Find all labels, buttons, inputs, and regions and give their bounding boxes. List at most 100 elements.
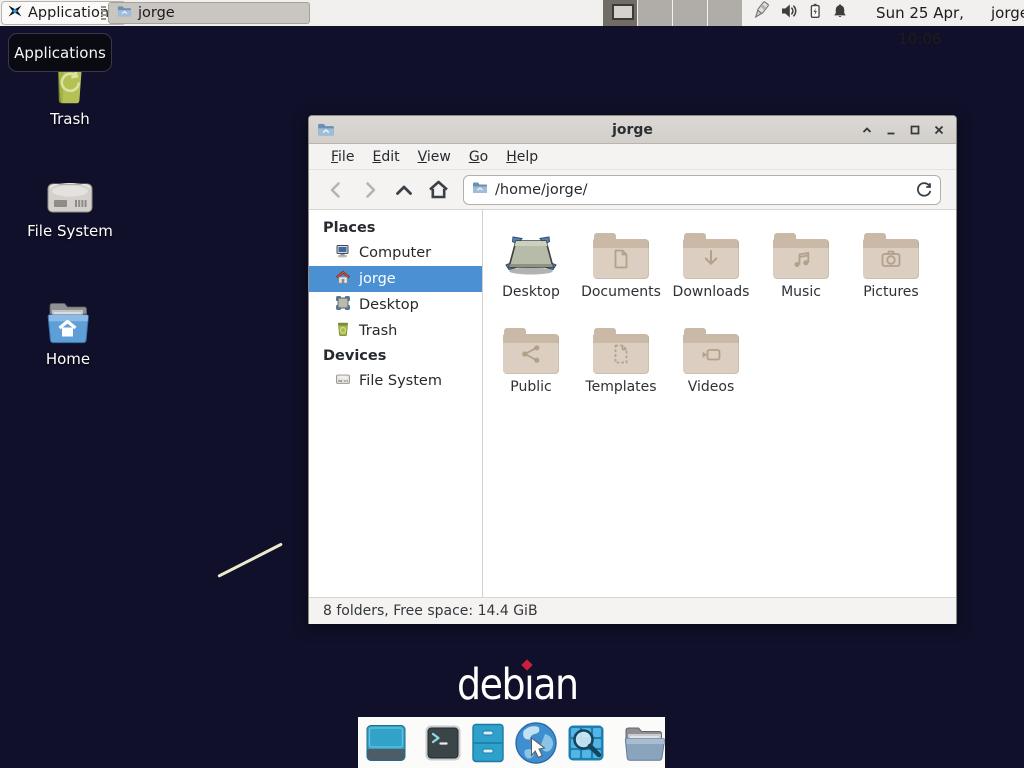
file-item-music[interactable]: Music xyxy=(756,223,846,300)
home-icon xyxy=(335,269,351,289)
workspace-4[interactable] xyxy=(708,0,743,26)
path-input[interactable]: /home/jorge/ xyxy=(495,182,588,198)
sidebar: Places Computer jorge Desktop Trash xyxy=(309,210,483,597)
folder-icon xyxy=(683,326,739,374)
desktop-icon-label: Home xyxy=(20,350,116,368)
tasklist-handle[interactable] xyxy=(101,6,106,20)
clock[interactable]: Sun 25 Apr, 10:06 xyxy=(856,0,984,26)
volume-icon[interactable] xyxy=(779,1,799,25)
web-browser-icon[interactable] xyxy=(514,721,558,765)
workspace-1[interactable] xyxy=(603,0,638,26)
top-panel: Applications jorge xyxy=(0,0,1024,26)
harddrive-icon xyxy=(335,371,351,391)
back-button[interactable] xyxy=(319,175,353,205)
file-item-public[interactable]: Public xyxy=(486,318,576,395)
file-item-label: Documents xyxy=(576,284,666,300)
home-folder-icon xyxy=(20,296,116,346)
folder-icon xyxy=(683,231,739,279)
sidebar-item-file-system[interactable]: File System xyxy=(309,368,482,394)
sidebar-item-label: Desktop xyxy=(359,297,419,313)
stylus-icon[interactable] xyxy=(750,1,772,25)
sidebar-places-header: Places xyxy=(309,216,482,240)
desktop-special-icon xyxy=(486,223,576,279)
applications-menu-button[interactable]: Applications xyxy=(1,1,126,25)
path-bar[interactable]: /home/jorge/ xyxy=(463,175,941,205)
menu-view[interactable]: View xyxy=(409,149,460,165)
taskbar-window-label: jorge xyxy=(138,5,175,21)
desktop: Applications jorge xyxy=(0,0,1024,768)
terminal-icon[interactable] xyxy=(424,724,462,762)
reload-icon[interactable] xyxy=(915,181,933,203)
file-item-videos[interactable]: Videos xyxy=(666,318,756,395)
workspace-3[interactable] xyxy=(673,0,708,26)
shade-button[interactable] xyxy=(858,121,876,139)
applications-tooltip-text: Applications xyxy=(14,44,106,62)
show-desktop-icon[interactable] xyxy=(366,723,406,763)
sidebar-item-jorge[interactable]: jorge xyxy=(309,266,482,292)
file-item-label: Pictures xyxy=(846,284,936,300)
file-item-pictures[interactable]: Pictures xyxy=(846,223,936,300)
desktop-icon-label: Trash xyxy=(22,110,118,128)
menu-help[interactable]: Help xyxy=(497,149,547,165)
toolbar: /home/jorge/ xyxy=(309,170,956,210)
home-button[interactable] xyxy=(421,175,455,205)
sidebar-item-label: jorge xyxy=(359,271,396,287)
maximize-button[interactable] xyxy=(906,121,924,139)
computer-icon xyxy=(335,243,351,263)
up-button[interactable] xyxy=(387,175,421,205)
file-item-downloads[interactable]: Downloads xyxy=(666,223,756,300)
file-cabinet-icon[interactable] xyxy=(471,723,505,763)
file-grid: Desktop Documents Downloads xyxy=(483,210,956,597)
window-controls xyxy=(858,116,948,144)
file-item-desktop[interactable]: Desktop xyxy=(486,223,576,300)
taskbar-window-button[interactable]: jorge xyxy=(108,2,310,24)
cursor-trail-artifact xyxy=(217,542,283,577)
desktop-icon-label: File System xyxy=(22,222,118,240)
menu-file[interactable]: File xyxy=(322,149,363,165)
sidebar-item-trash[interactable]: Trash xyxy=(309,318,482,344)
menu-edit[interactable]: Edit xyxy=(363,149,408,165)
close-button[interactable] xyxy=(930,121,948,139)
sidebar-item-label: Trash xyxy=(359,323,397,339)
window-body: Places Computer jorge Desktop Trash xyxy=(309,210,956,597)
sidebar-item-computer[interactable]: Computer xyxy=(309,240,482,266)
folder-icon xyxy=(773,231,829,279)
file-item-label: Music xyxy=(756,284,846,300)
trash-icon xyxy=(335,321,351,341)
file-item-documents[interactable]: Documents xyxy=(576,223,666,300)
dock xyxy=(358,717,665,768)
forward-button[interactable] xyxy=(353,175,387,205)
system-tray xyxy=(750,3,849,23)
applications-tooltip: Applications xyxy=(8,33,112,72)
file-item-label: Public xyxy=(486,379,576,395)
harddrive-icon xyxy=(22,166,118,218)
desktop-icon xyxy=(335,295,351,315)
menu-go[interactable]: Go xyxy=(460,149,497,165)
minimize-button[interactable] xyxy=(882,121,900,139)
desktop-icon-file-system[interactable]: File System xyxy=(22,166,118,240)
battery-icon[interactable] xyxy=(806,1,824,25)
workspace-2[interactable] xyxy=(638,0,673,26)
file-item-label: Downloads xyxy=(666,284,756,300)
file-item-templates[interactable]: Templates xyxy=(576,318,666,395)
panel-username[interactable]: jorge xyxy=(991,0,1024,26)
file-manager-folder-icon[interactable] xyxy=(623,724,665,762)
xfce-applications-icon xyxy=(7,3,23,23)
desktop-icon-home[interactable]: Home xyxy=(20,296,116,368)
debian-wallpaper-logo: debıan xyxy=(457,660,577,710)
sidebar-item-desktop[interactable]: Desktop xyxy=(309,292,482,318)
workspace-switcher[interactable] xyxy=(603,0,743,26)
application-finder-icon[interactable] xyxy=(567,724,605,762)
file-manager-window: jorge File Edit View Go Help xyxy=(308,115,957,624)
file-item-label: Videos xyxy=(666,379,756,395)
folder-icon xyxy=(503,326,559,374)
sidebar-item-label: Computer xyxy=(359,245,431,261)
sidebar-devices-header: Devices xyxy=(309,344,482,368)
statusbar-text: 8 folders, Free space: 14.4 GiB xyxy=(323,603,538,619)
notifications-bell-icon[interactable] xyxy=(831,1,849,25)
folder-icon xyxy=(593,326,649,374)
menubar: File Edit View Go Help xyxy=(309,144,956,170)
file-item-label: Templates xyxy=(576,379,666,395)
sidebar-item-label: File System xyxy=(359,373,442,389)
window-titlebar[interactable]: jorge xyxy=(309,116,956,144)
